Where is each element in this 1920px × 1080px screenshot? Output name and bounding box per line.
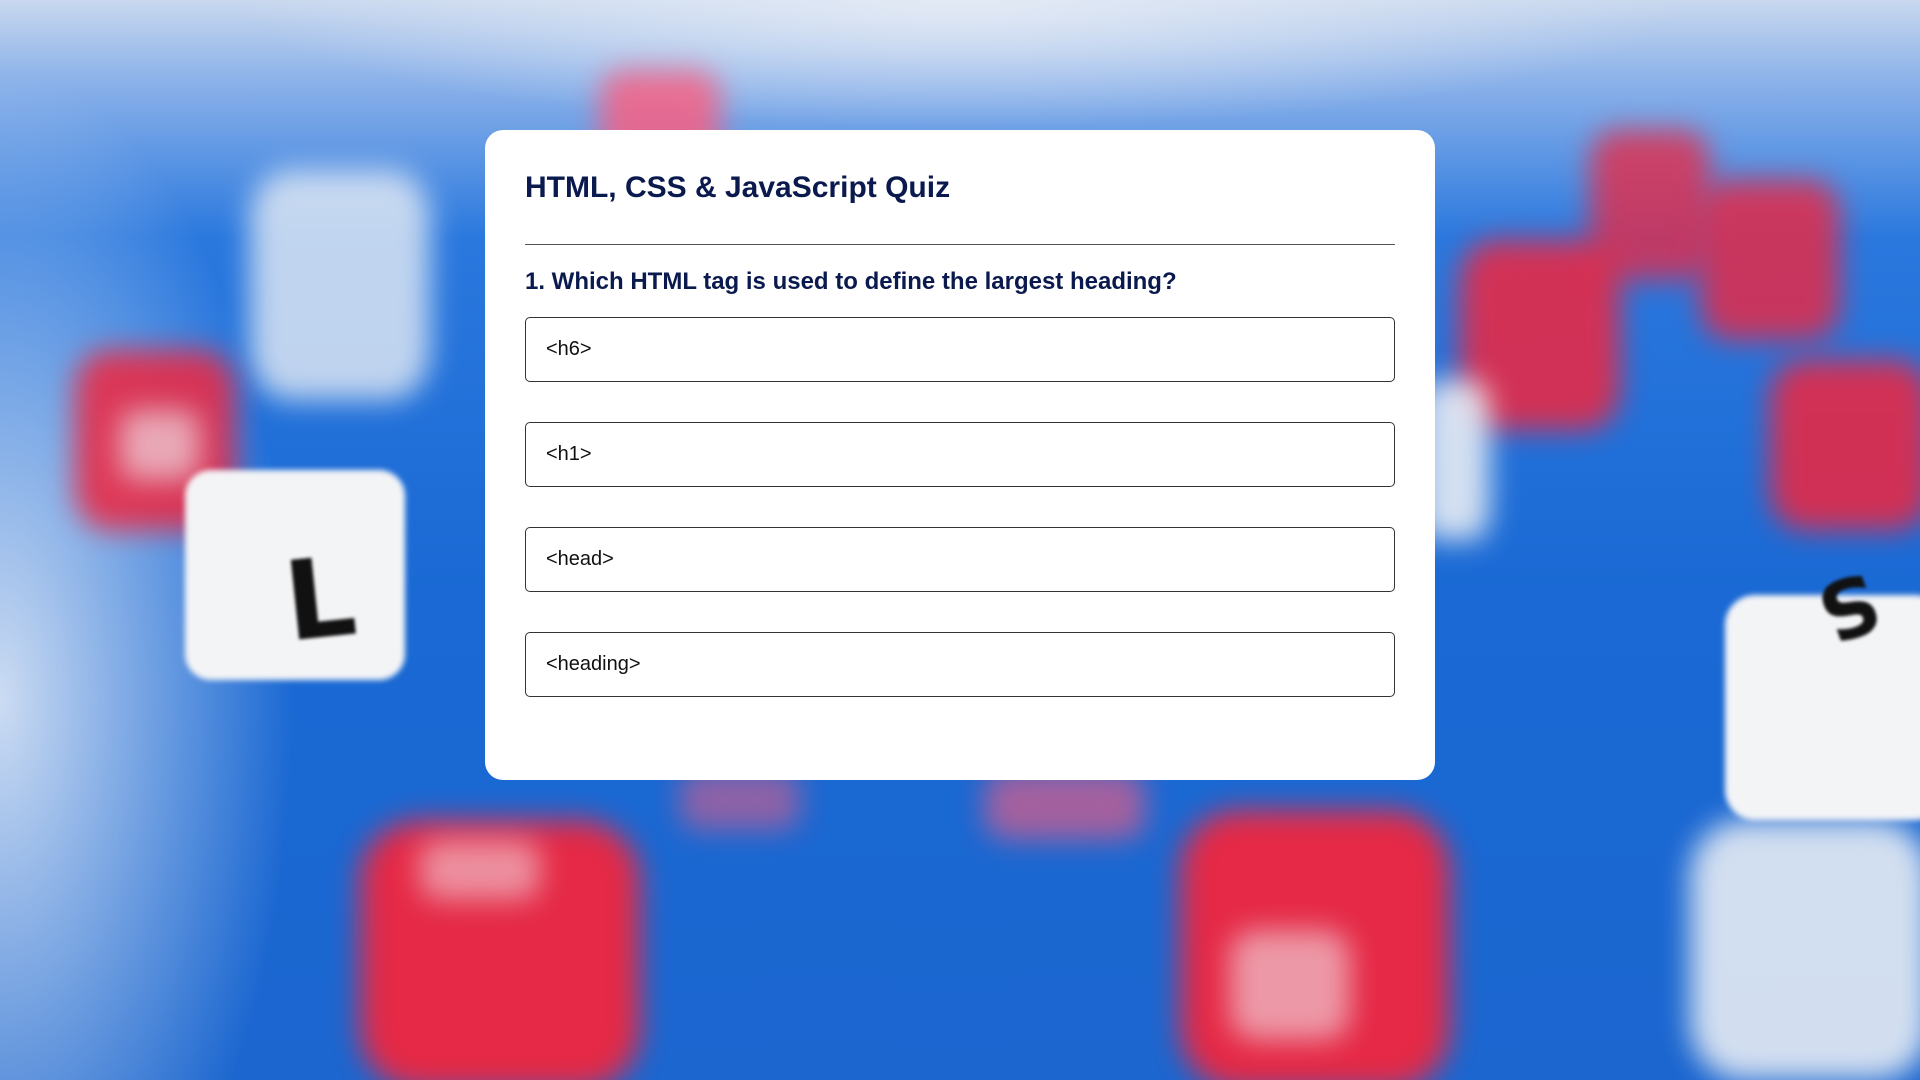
answer-option-1[interactable]: <h6>: [525, 317, 1395, 382]
quiz-card: HTML, CSS & JavaScript Quiz 1. Which HTM…: [485, 130, 1435, 780]
question-text: 1. Which HTML tag is used to define the …: [525, 268, 1177, 295]
die-letter-l: L: [278, 531, 362, 667]
answer-option-2[interactable]: <h1>: [525, 422, 1395, 487]
answer-option-3[interactable]: <head>: [525, 527, 1395, 592]
divider: [525, 244, 1395, 245]
quiz-title: HTML, CSS & JavaScript Quiz: [525, 171, 951, 204]
answer-options: <h6> <h1> <head> <heading>: [525, 317, 1395, 697]
answer-option-4[interactable]: <heading>: [525, 632, 1395, 697]
letter-die-s: [1725, 595, 1920, 820]
